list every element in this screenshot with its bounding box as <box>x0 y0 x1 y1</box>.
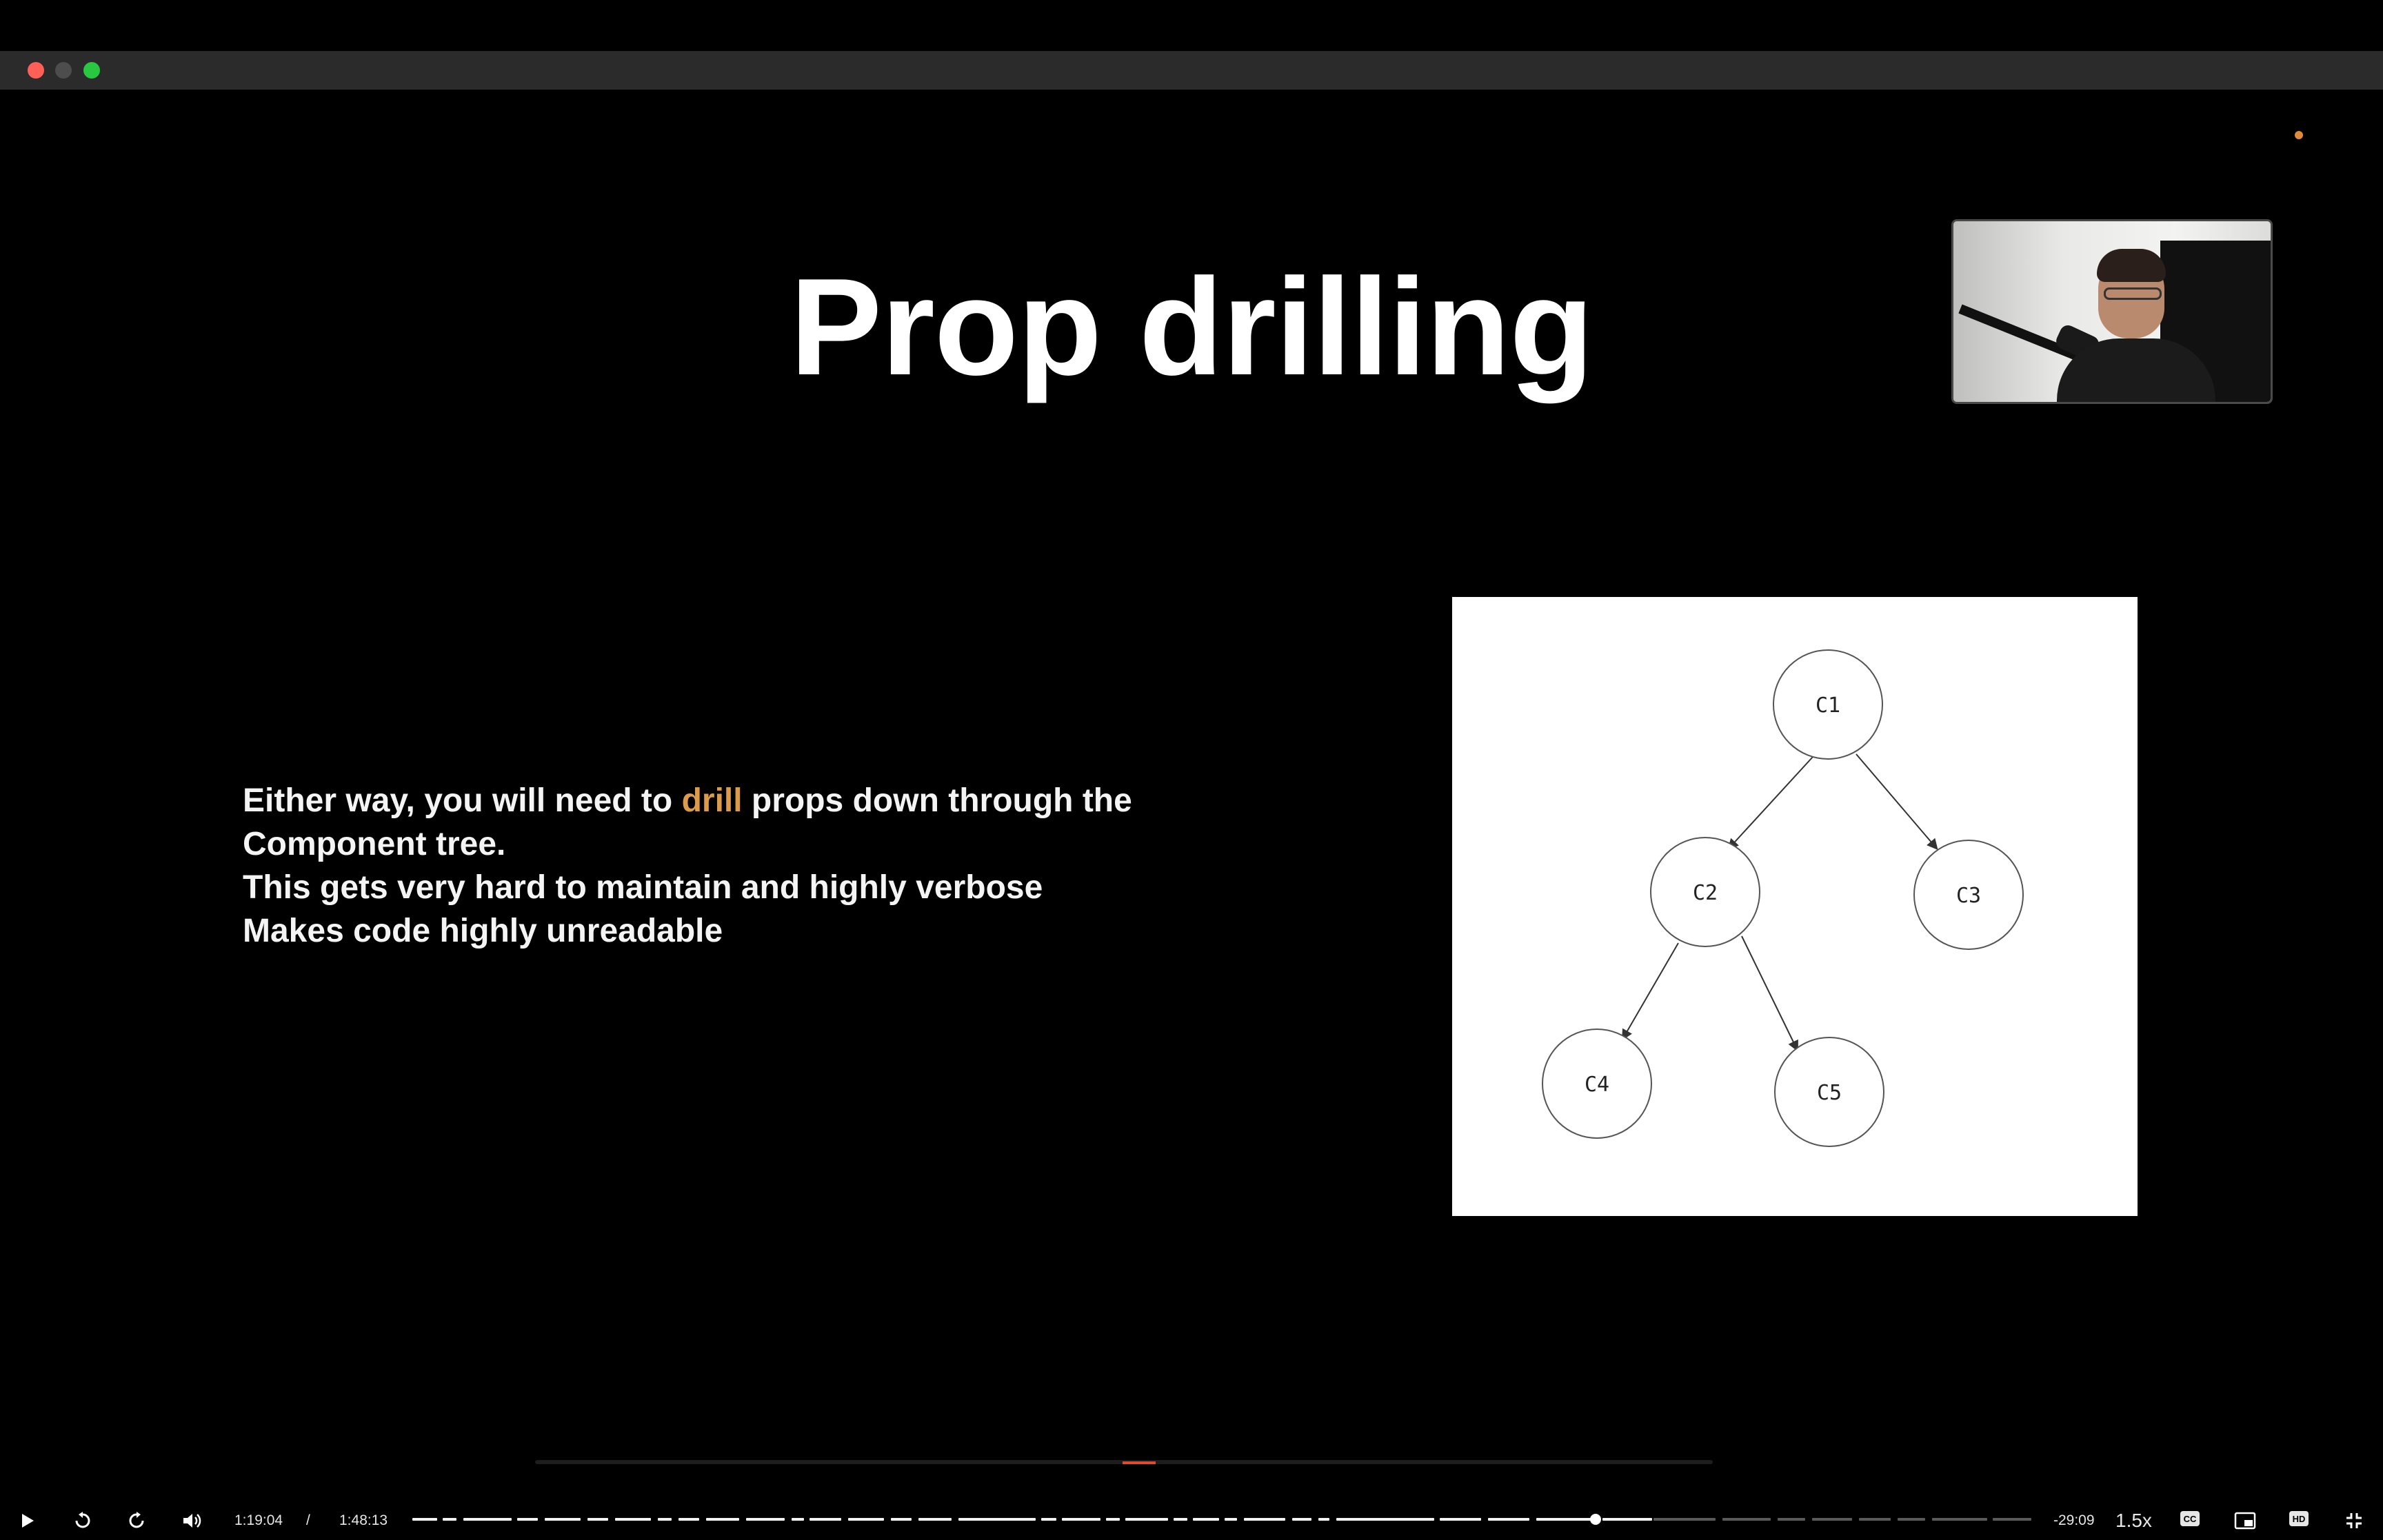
captions-button[interactable]: CC <box>2180 1511 2200 1526</box>
slide-bullets: Either way, you will need to drill props… <box>243 779 1277 953</box>
bullet-line-4: Makes code highly unreadable <box>243 913 723 949</box>
recording-indicator <box>2295 131 2303 139</box>
captions-icon: CC <box>2183 1513 2197 1524</box>
playback-speed-button[interactable]: 1.5x <box>2115 1508 2152 1533</box>
screen-top-bar <box>0 0 2383 51</box>
rewind-icon <box>75 1512 90 1528</box>
exit-fullscreen-button[interactable] <box>2342 1508 2366 1533</box>
volume-icon <box>183 1514 201 1528</box>
play-icon <box>22 1514 34 1528</box>
component-tree-diagram: C1 C2 C3 C4 C5 <box>1452 597 2138 1216</box>
play-button[interactable] <box>15 1508 40 1533</box>
pip-button[interactable] <box>2233 1508 2258 1533</box>
remaining-time: -29:09 <box>2053 1512 2095 1528</box>
edge-c1-c2 <box>1727 756 1813 850</box>
scrub-preview-marker <box>1123 1461 1156 1464</box>
bullet-line-1: Either way, you will need to drill props… <box>243 779 1277 822</box>
edge-c2-c4 <box>1621 942 1679 1041</box>
duration: 1:48:13 <box>339 1512 388 1528</box>
node-c3-label: C3 <box>1956 884 1981 908</box>
node-c5-label: C5 <box>1817 1081 1842 1105</box>
hd-icon: HD <box>2292 1513 2306 1524</box>
bullet-text: props down through the <box>742 782 1132 819</box>
node-c2-label: C2 <box>1693 881 1718 905</box>
node-c4-label: C4 <box>1585 1073 1609 1097</box>
window-titlebar <box>0 51 2383 90</box>
hd-button[interactable]: HD <box>2289 1511 2309 1526</box>
time-separator: / <box>306 1512 310 1528</box>
volume-button[interactable] <box>178 1508 205 1533</box>
edge-c1-c3 <box>1856 753 1938 851</box>
zoom-window-button[interactable] <box>83 62 100 79</box>
edge-c2-c5 <box>1741 935 1798 1052</box>
node-c1-label: C1 <box>1816 693 1840 718</box>
current-time: 1:19:04 <box>234 1512 283 1528</box>
pip-icon <box>2234 1512 2256 1530</box>
forward-button[interactable] <box>123 1508 150 1533</box>
bullet-line-3: This gets very hard to maintain and high… <box>243 869 1043 906</box>
presenter-webcam <box>1951 219 2273 404</box>
forward-icon <box>129 1512 144 1528</box>
progress-bar[interactable] <box>412 1514 2031 1525</box>
minimize-window-button[interactable] <box>55 62 72 79</box>
bullet-line-2: Component tree. <box>243 826 506 862</box>
close-window-button[interactable] <box>28 62 44 79</box>
rewind-button[interactable] <box>69 1508 97 1533</box>
bullet-text: Either way, you will need to <box>243 782 682 819</box>
drill-highlight: drill <box>681 782 743 819</box>
exit-fullscreen-icon <box>2346 1513 2362 1528</box>
tree-svg: C1 C2 C3 C4 C5 <box>1542 649 2024 1147</box>
